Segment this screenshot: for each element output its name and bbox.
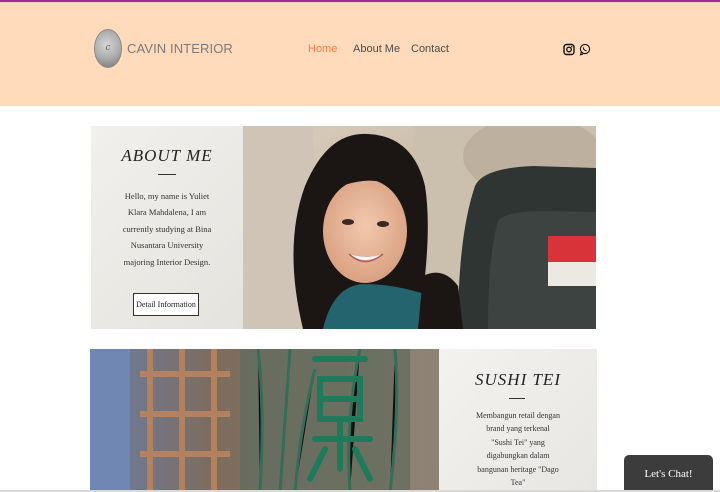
nav-item-contact[interactable]: Contact bbox=[411, 43, 449, 55]
nav-item-home[interactable]: Home bbox=[308, 43, 337, 55]
site-header: C CAVIN INTERIOR Home About Me Contact bbox=[0, 2, 720, 106]
whatsapp-icon[interactable] bbox=[579, 43, 591, 56]
instagram-icon[interactable] bbox=[563, 43, 575, 56]
logo-mark: C bbox=[105, 45, 111, 52]
detail-information-button[interactable]: Detail Information bbox=[133, 293, 199, 316]
project-title: SUSHI TEI bbox=[475, 370, 561, 389]
title-divider bbox=[509, 398, 525, 399]
site-logo[interactable]: C CAVIN INTERIOR bbox=[94, 29, 233, 68]
title-divider bbox=[158, 174, 176, 175]
nav-item-about-me[interactable]: About Me bbox=[353, 43, 400, 55]
brand-name: CAVIN INTERIOR bbox=[127, 41, 233, 56]
about-title: ABOUT ME bbox=[121, 146, 213, 165]
sushi-tei-card: SUSHI TEI Membangun retail dengan brand … bbox=[439, 349, 597, 492]
project-description: Membangun retail dengan brand yang terke… bbox=[476, 411, 560, 488]
about-description: Hello, my name is Yuliet Klara Mahdalena… bbox=[122, 191, 212, 267]
sushi-tei-project-image bbox=[90, 349, 439, 492]
logo-badge-icon: C bbox=[94, 29, 122, 68]
social-links bbox=[563, 43, 591, 56]
lets-chat-button[interactable]: Let's Chat! bbox=[624, 455, 713, 492]
about-card: ABOUT ME Hello, my name is Yuliet Klara … bbox=[91, 126, 243, 329]
profile-photo bbox=[243, 126, 596, 329]
